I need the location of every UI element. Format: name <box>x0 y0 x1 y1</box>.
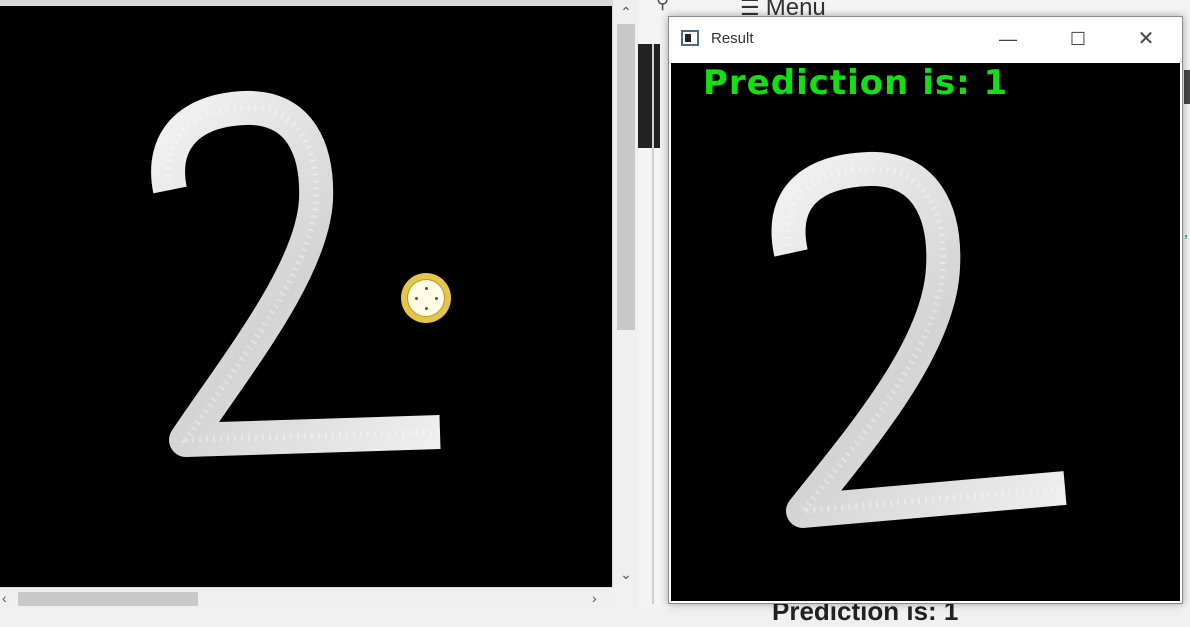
minimize-button[interactable]: — <box>974 17 1042 61</box>
scroll-up-icon[interactable]: ⌃ <box>613 4 639 21</box>
edge-glyph: ’ <box>1184 232 1188 252</box>
result-window[interactable]: Result — ☐ ✕ Prediction is: 1 <box>668 16 1183 604</box>
scroll-right-icon[interactable]: › <box>592 590 597 606</box>
scroll-down-icon[interactable]: ⌄ <box>613 566 639 583</box>
horizontal-scrollbar[interactable]: ‹ › <box>0 587 612 610</box>
result-image: Prediction is: 1 <box>671 63 1180 601</box>
background-panel <box>638 44 660 148</box>
maximize-button[interactable]: ☐ <box>1044 17 1112 61</box>
minimize-icon: — <box>999 29 1017 49</box>
vertical-scrollbar[interactable]: ⌃ ⌄ <box>612 0 639 587</box>
title-bar[interactable]: Result — ☐ ✕ <box>669 17 1182 61</box>
drawing-canvas[interactable] <box>0 0 612 587</box>
edge-panel <box>1184 70 1190 104</box>
window-title: Result <box>711 30 754 47</box>
vertical-scroll-thumb[interactable] <box>617 24 635 330</box>
scroll-left-icon[interactable]: ‹ <box>2 590 7 606</box>
close-button[interactable]: ✕ <box>1112 17 1180 61</box>
close-icon: ✕ <box>1137 28 1155 50</box>
window-app-icon <box>681 30 699 46</box>
cursor-crosshair-icon <box>401 273 451 323</box>
horizontal-scroll-thumb[interactable] <box>18 592 198 606</box>
drawn-digit-result <box>771 152 1067 528</box>
drawn-digit-left <box>151 91 441 457</box>
search-icon[interactable]: ⚲ <box>656 0 669 13</box>
divider <box>652 44 654 604</box>
maximize-icon: ☐ <box>1069 29 1087 49</box>
